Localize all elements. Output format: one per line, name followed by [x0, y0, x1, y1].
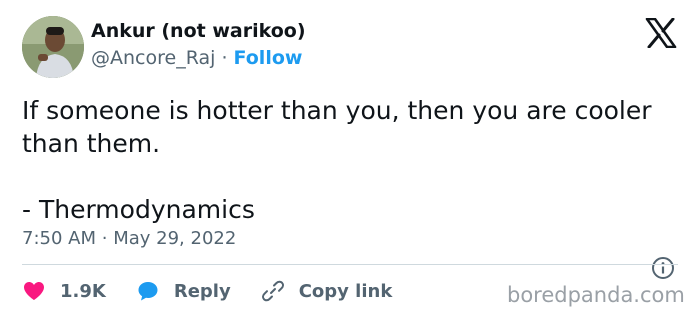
copy-link-label: Copy link: [298, 280, 393, 302]
heart-icon: [24, 282, 44, 300]
tweet-text: If someone is hotter than you, then you …: [22, 94, 682, 226]
copy-link-button[interactable]: Copy link: [261, 279, 393, 303]
like-button[interactable]: 1.9K: [22, 279, 106, 303]
tweet-line-2: - Thermodynamics: [22, 195, 255, 224]
author-handle-row: @Ancore_Raj · Follow: [91, 47, 302, 69]
avatar[interactable]: [22, 16, 84, 78]
divider: [22, 264, 678, 265]
author-handle[interactable]: @Ancore_Raj: [91, 47, 215, 69]
tweet-line-1: If someone is hotter than you, then you …: [22, 96, 652, 158]
like-count: 1.9K: [60, 280, 106, 302]
reply-bubble-icon: [138, 282, 158, 301]
watermark: boredpanda.com: [507, 283, 685, 307]
follow-button[interactable]: Follow: [234, 47, 303, 69]
reply-label: Reply: [173, 280, 231, 302]
author-name[interactable]: Ankur (not warikoo): [91, 20, 306, 42]
meta-separator: ·: [101, 228, 108, 249]
x-logo-icon[interactable]: [645, 17, 677, 49]
link-icon: [261, 280, 284, 302]
info-icon[interactable]: [651, 256, 675, 280]
tweet-time: 7:50 AM: [22, 228, 96, 249]
tweet-date: May 29, 2022: [113, 228, 237, 249]
action-bar: 1.9K Reply Copy link: [22, 278, 422, 304]
separator-dot: ·: [221, 47, 228, 69]
tweet-timestamp[interactable]: 7:50 AM · May 29, 2022: [22, 228, 236, 249]
reply-button[interactable]: Reply: [136, 279, 231, 303]
